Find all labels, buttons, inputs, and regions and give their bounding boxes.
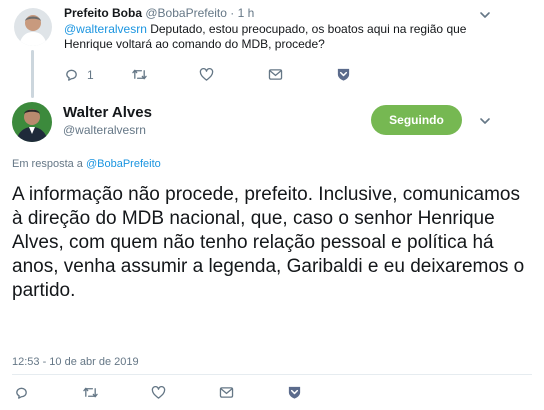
reply-menu-chevron[interactable] bbox=[478, 8, 492, 22]
reply-icon bbox=[66, 69, 77, 81]
dm-shield-icon bbox=[288, 386, 301, 399]
avatar-prefeito-boba[interactable] bbox=[14, 8, 52, 46]
reply-reply-button[interactable]: 1 bbox=[64, 67, 94, 82]
tweet-menu-chevron[interactable] bbox=[478, 114, 492, 128]
retweet-icon bbox=[132, 69, 147, 80]
reply-to-prefix: Em resposta a bbox=[12, 158, 83, 170]
dm-shield-icon bbox=[337, 68, 350, 81]
message-icon bbox=[268, 69, 283, 80]
retweet-icon bbox=[83, 387, 98, 398]
reply-like-button[interactable] bbox=[199, 67, 214, 82]
tweet-text: A informação não procede, prefeito. Incl… bbox=[12, 184, 525, 301]
reply-author-handle[interactable]: @BobaPrefeito bbox=[145, 6, 227, 20]
tweet-author-name[interactable]: Walter Alves bbox=[63, 104, 152, 121]
tweet-timestamp[interactable]: 12:53 - 10 de abr de 2019 bbox=[12, 356, 139, 368]
chevron-down-icon bbox=[480, 12, 490, 18]
reply-dm-button[interactable] bbox=[336, 67, 351, 82]
chevron-down-icon bbox=[480, 118, 490, 124]
reply-separator: · bbox=[230, 6, 235, 20]
divider bbox=[12, 374, 532, 375]
reply-text: @walteralvesrn Deputado, estou preocupad… bbox=[64, 22, 484, 52]
following-button[interactable]: Seguindo bbox=[371, 105, 462, 135]
reply-to-handle-link[interactable]: @BobaPrefeito bbox=[86, 158, 161, 170]
avatar-walter-alves[interactable] bbox=[12, 102, 52, 142]
tweet-message-button[interactable] bbox=[219, 386, 234, 399]
reply-header: Prefeito Boba @BobaPrefeito · 1 h bbox=[64, 6, 254, 20]
tweet-like-button[interactable] bbox=[151, 385, 166, 400]
tweet-retweet-button[interactable] bbox=[82, 385, 99, 400]
like-icon bbox=[151, 385, 166, 399]
reply-author-name[interactable]: Prefeito Boba bbox=[64, 6, 142, 20]
tweet-reply-button[interactable] bbox=[14, 385, 29, 400]
reply-retweet-button[interactable] bbox=[131, 67, 148, 82]
reply-mention-link[interactable]: @walteralvesrn bbox=[64, 22, 147, 36]
reply-icon bbox=[16, 387, 27, 399]
thread-connector bbox=[31, 50, 34, 98]
message-icon bbox=[219, 387, 234, 398]
reply-count: 1 bbox=[87, 67, 94, 82]
tweet-dm-button[interactable] bbox=[287, 385, 302, 400]
reply-time[interactable]: 1 h bbox=[238, 6, 255, 20]
tweet-author-handle[interactable]: @walteralvesrn bbox=[63, 123, 146, 137]
reply-message-button[interactable] bbox=[268, 68, 283, 81]
like-icon bbox=[199, 67, 214, 81]
reply-context: Em resposta a @BobaPrefeito bbox=[12, 158, 161, 170]
